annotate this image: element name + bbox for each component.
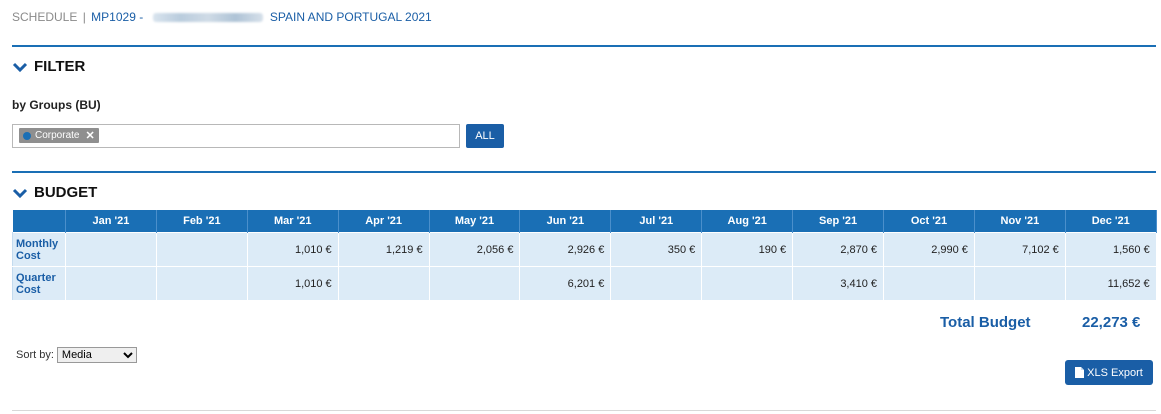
month-header: Dec '21 — [1065, 210, 1157, 233]
table-cell — [337, 266, 430, 301]
table-cell — [155, 266, 248, 301]
row-label: Quarter Cost — [12, 266, 66, 301]
breadcrumb-code: MP1029 - — [91, 10, 144, 24]
table-cell: 2,056 € — [428, 232, 521, 267]
quarter-cost-row: Quarter Cost 1,010 € 6,201 € 3,410 € 11,… — [12, 266, 1157, 301]
filter-header[interactable]: FILTER — [12, 58, 85, 75]
month-header: Oct '21 — [883, 210, 975, 233]
total-budget-value: 22,273 € — [1082, 314, 1141, 331]
xls-export-label: XLS Export — [1087, 366, 1143, 379]
all-groups-button[interactable]: ALL — [466, 124, 504, 148]
table-cell: 6,201 € — [519, 266, 612, 301]
chevron-down-icon — [12, 188, 28, 198]
row-label-header — [12, 210, 66, 233]
table-cell — [973, 266, 1066, 301]
table-cell: 190 € — [701, 232, 794, 267]
budget-table: Jan '21 Feb '21 Mar '21 Apr '21 May '21 … — [12, 210, 1157, 301]
group-tag-input[interactable]: Corporate ✕ — [12, 124, 460, 148]
filter-title: FILTER — [34, 58, 86, 75]
budget-header[interactable]: BUDGET — [12, 184, 97, 201]
month-header: Mar '21 — [247, 210, 339, 233]
month-header: May '21 — [429, 210, 521, 233]
row-label: Monthly Cost — [12, 232, 66, 267]
month-header: Nov '21 — [974, 210, 1066, 233]
table-cell: 2,926 € — [519, 232, 612, 267]
table-cell: 7,102 € — [973, 232, 1066, 267]
month-header: Aug '21 — [701, 210, 794, 233]
table-cell — [65, 232, 157, 267]
table-cell: 1,560 € — [1064, 232, 1157, 267]
footer-divider — [12, 410, 1156, 411]
breadcrumb-separator: | — [82, 10, 86, 24]
breadcrumb-title: SPAIN AND PORTUGAL 2021 — [269, 10, 432, 24]
breadcrumb: SCHEDULE | MP1029 - SPAIN AND PORTUGAL 2… — [12, 10, 432, 24]
table-cell: 2,870 € — [792, 232, 885, 267]
group-tag-label: Corporate — [35, 130, 80, 141]
table-cell — [428, 266, 521, 301]
month-header: Jun '21 — [519, 210, 612, 233]
month-header: Feb '21 — [156, 210, 248, 233]
budget-divider — [12, 171, 1156, 173]
xls-export-button[interactable]: XLS Export — [1065, 360, 1153, 385]
month-header: Sep '21 — [792, 210, 885, 233]
table-cell: 2,990 € — [883, 232, 975, 267]
month-header: Apr '21 — [338, 210, 430, 233]
total-budget-label: Total Budget — [940, 314, 1031, 331]
group-filter-label: by Groups (BU) — [12, 98, 101, 112]
close-icon[interactable]: ✕ — [85, 129, 94, 142]
table-cell: 1,010 € — [246, 266, 339, 301]
table-cell — [155, 232, 248, 267]
table-cell: 1,219 € — [337, 232, 430, 267]
sort-select[interactable]: Media — [56, 347, 137, 363]
table-cell: 350 € — [610, 232, 703, 267]
group-tag: Corporate ✕ — [19, 128, 99, 143]
sort-control: Sort by: Media — [16, 347, 137, 363]
budget-title: BUDGET — [34, 184, 98, 201]
table-header-row: Jan '21 Feb '21 Mar '21 Apr '21 May '21 … — [12, 210, 1157, 233]
chevron-down-icon — [12, 62, 28, 72]
filter-divider — [12, 45, 1156, 47]
table-cell — [65, 266, 157, 301]
month-header: Jan '21 — [65, 210, 157, 233]
table-cell: 3,410 € — [792, 266, 885, 301]
month-header: Jul '21 — [610, 210, 703, 233]
document-icon — [1075, 367, 1085, 378]
tag-color-dot — [23, 131, 31, 140]
table-cell — [610, 266, 703, 301]
sort-label: Sort by: — [16, 349, 54, 361]
table-cell — [883, 266, 975, 301]
breadcrumb-section[interactable]: SCHEDULE — [12, 10, 77, 24]
table-cell: 11,652 € — [1064, 266, 1157, 301]
table-cell: 1,010 € — [246, 232, 339, 267]
redacted-text — [152, 13, 263, 23]
table-cell — [701, 266, 794, 301]
monthly-cost-row: Monthly Cost 1,010 € 1,219 € 2,056 € 2,9… — [12, 232, 1157, 267]
